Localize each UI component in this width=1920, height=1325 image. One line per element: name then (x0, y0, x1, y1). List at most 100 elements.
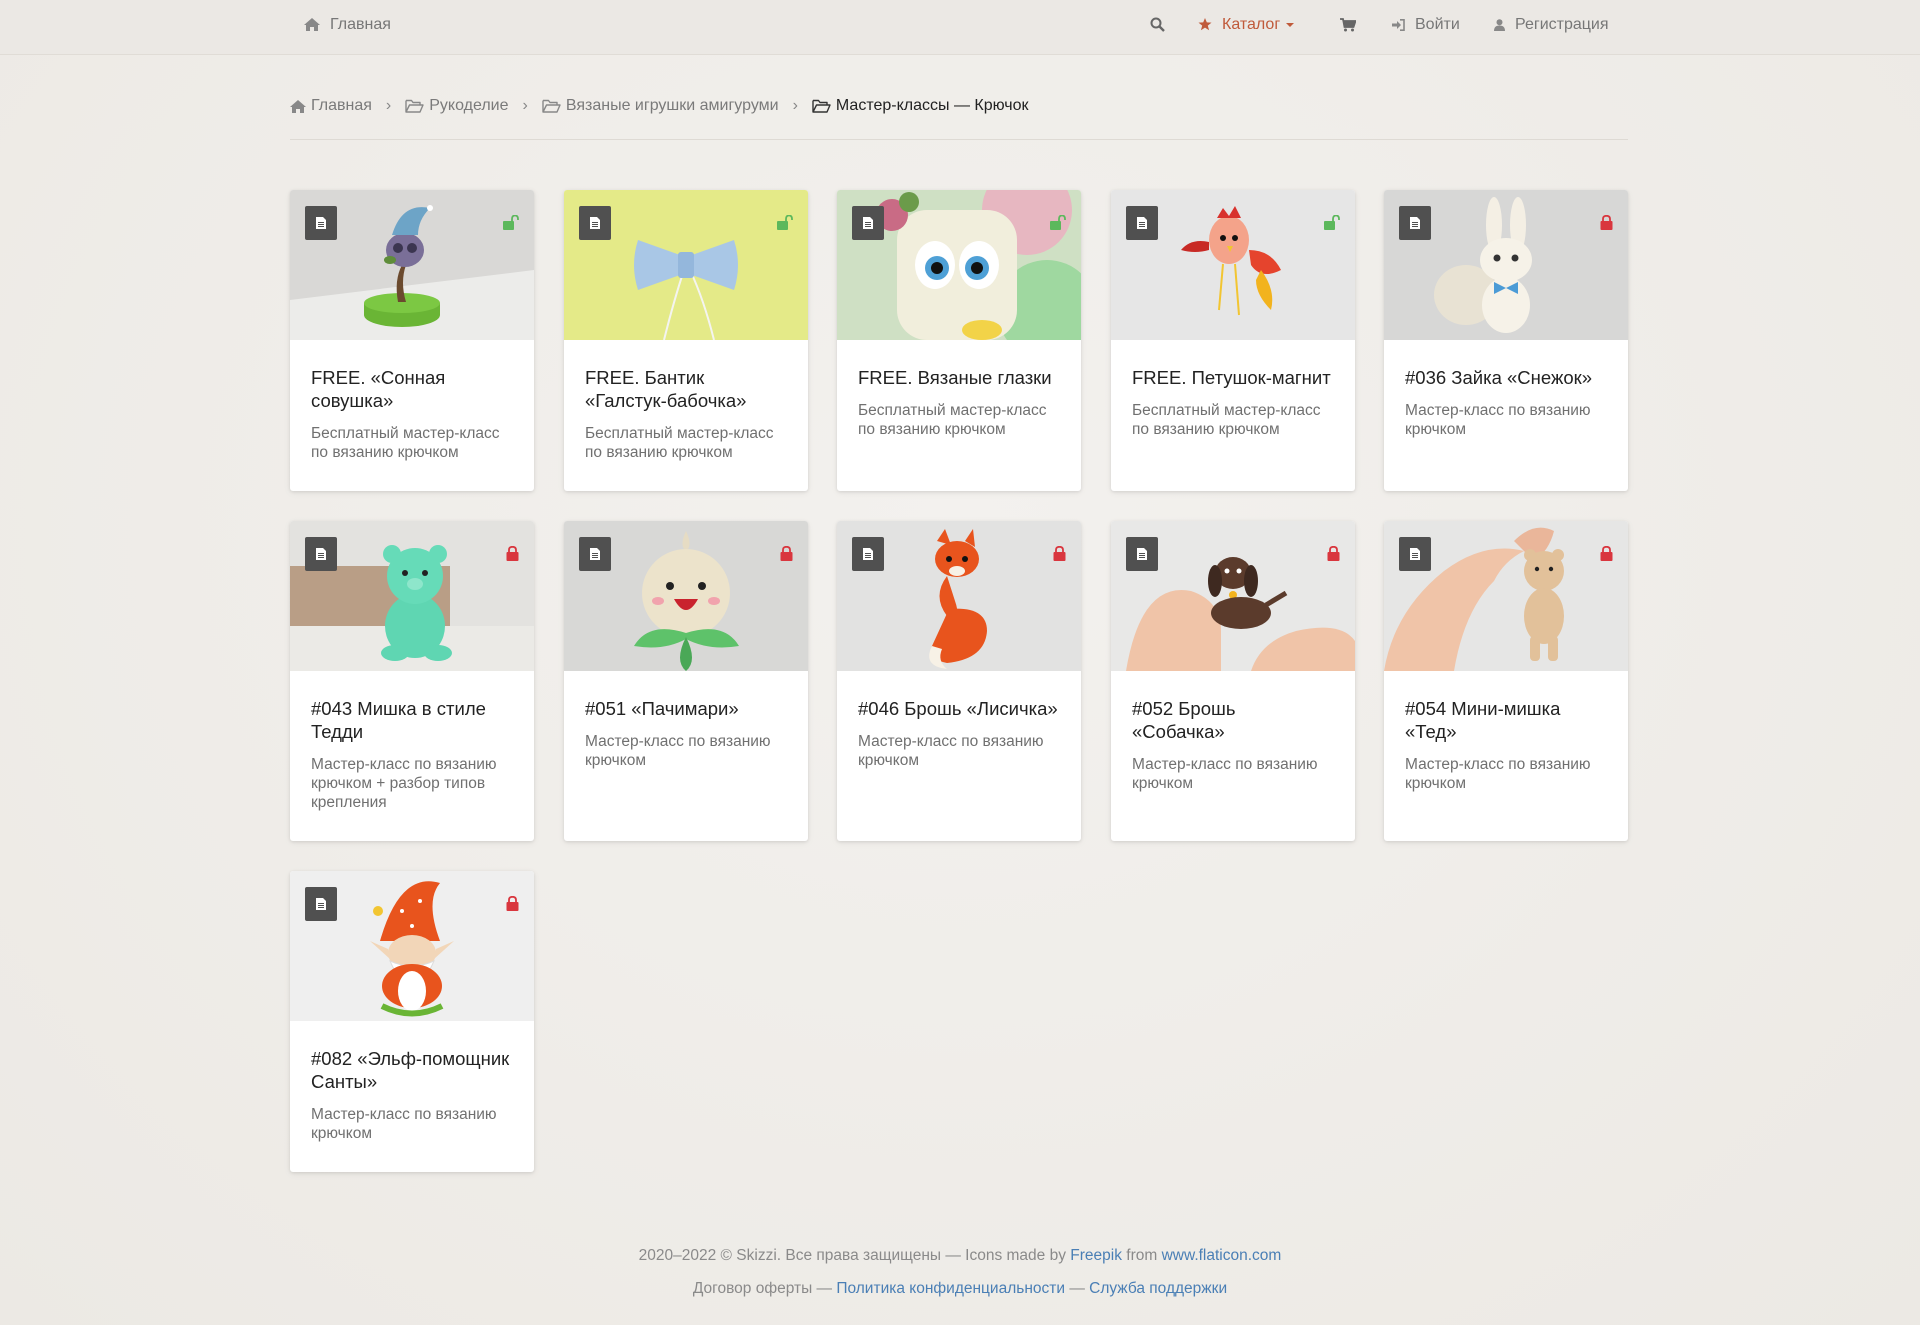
card-title: #054 Мини-мишка «Тед» (1405, 698, 1561, 742)
breadcrumb-label: Вязаные игрушки амигуруми (565, 97, 779, 114)
course-card[interactable]: #046 Брошь «Лисичка» Мастер-класс по вяз… (837, 521, 1081, 841)
document-icon (305, 206, 337, 240)
card-description: Мастер-класс по вязанию крючком (585, 733, 771, 769)
course-card[interactable]: FREE. Бантик «Галстук-бабочка» Бесплатны… (564, 190, 808, 491)
document-icon (852, 206, 884, 240)
lock-icon (506, 546, 519, 561)
folder-open-icon (405, 99, 424, 113)
chevron-down-icon (1286, 22, 1295, 27)
document-icon (852, 537, 884, 571)
card-title: #046 Брошь «Лисичка» (858, 698, 1058, 719)
privacy-policy-link[interactable]: Политика конфиденциальности (836, 1280, 1065, 1297)
freepik-link[interactable]: Freepik (1070, 1247, 1122, 1264)
support-link[interactable]: Служба поддержки (1089, 1280, 1227, 1297)
card-title: #052 Брошь «Собачка» (1132, 698, 1236, 742)
document-icon (579, 206, 611, 240)
nav-cart-button[interactable] (1340, 0, 1366, 49)
document-icon (1126, 206, 1158, 240)
course-card[interactable]: #052 Брошь «Собачка» Мастер-класс по вяз… (1111, 521, 1355, 841)
user-icon (1494, 18, 1505, 31)
card-image (564, 521, 808, 671)
search-icon (1150, 17, 1165, 32)
breadcrumb-item-amigurumi[interactable]: Вязаные игрушки амигуруми (542, 92, 779, 120)
card-image (1384, 190, 1628, 340)
breadcrumb-separator: › (792, 97, 798, 114)
card-image (290, 521, 534, 671)
course-card[interactable]: #043 Мишка в стиле Тедди Мастер-класс по… (290, 521, 534, 841)
breadcrumb-label: Главная (311, 97, 372, 114)
document-icon (305, 537, 337, 571)
breadcrumb-item-handicraft[interactable]: Рукоделие (405, 92, 509, 120)
document-icon (305, 887, 337, 921)
card-title: #043 Мишка в стиле Тедди (311, 698, 486, 742)
breadcrumb-separator: › (522, 97, 528, 114)
card-description: Мастер-класс по вязанию крючком + разбор… (311, 756, 497, 811)
sign-in-icon (1392, 18, 1405, 31)
card-image (1384, 521, 1628, 671)
nav-home-link[interactable]: Главная (304, 0, 391, 49)
folder-open-icon (812, 99, 831, 113)
card-image (1111, 521, 1355, 671)
nav-login-link[interactable]: Войти (1392, 0, 1460, 49)
breadcrumb-item-home[interactable]: Главная (290, 92, 372, 120)
unlock-icon (503, 215, 519, 230)
card-description: Мастер-класс по вязанию крючком (1132, 756, 1318, 792)
document-icon (1399, 206, 1431, 240)
nav-login-label: Войти (1415, 15, 1460, 33)
course-card[interactable]: FREE. Петушок-магнит Бесплатный мастер-к… (1111, 190, 1355, 491)
nav-register-label: Регистрация (1515, 15, 1609, 33)
document-icon (1126, 537, 1158, 571)
card-image (837, 190, 1081, 340)
card-description: Мастер-класс по вязанию крючком (1405, 756, 1591, 792)
star-icon (1198, 18, 1212, 31)
flaticon-link[interactable]: www.flaticon.com (1162, 1247, 1282, 1264)
card-title: FREE. «Сонная совушка» (311, 367, 446, 411)
card-description: Бесплатный мастер-класс по вязанию крючк… (311, 425, 500, 461)
card-description: Бесплатный мастер-класс по вязанию крючк… (1132, 402, 1321, 438)
breadcrumb-item-current: Мастер-классы — Крючок (812, 92, 1029, 120)
card-title: #036 Зайка «Снежок» (1405, 367, 1593, 388)
card-description: Мастер-класс по вязанию крючком (311, 1106, 497, 1142)
breadcrumb-label: Рукоделие (429, 97, 509, 114)
course-card[interactable]: FREE. Вязаные глазки Бесплатный мастер-к… (837, 190, 1081, 491)
course-card[interactable]: #036 Зайка «Снежок» Мастер-класс по вяза… (1384, 190, 1628, 491)
home-icon (304, 18, 320, 31)
footer-dash: — (1069, 1280, 1085, 1297)
card-image (837, 521, 1081, 671)
nav-register-link[interactable]: Регистрация (1494, 0, 1609, 49)
course-card[interactable]: #054 Мини-мишка «Тед» Мастер-класс по вя… (1384, 521, 1628, 841)
breadcrumb: Главная › Рукоделие › Вязаные игрушки ам… (290, 92, 1628, 140)
unlock-icon (777, 215, 793, 230)
card-title: #051 «Пачимари» (585, 698, 739, 719)
card-description: Бесплатный мастер-класс по вязанию крючк… (585, 425, 774, 461)
card-description: Мастер-класс по вязанию крючком (858, 733, 1044, 769)
unlock-icon (1050, 215, 1066, 230)
card-image (290, 190, 534, 340)
course-card[interactable]: #082 «Эльф-помощник Санты» Мастер-класс … (290, 871, 534, 1172)
card-image (1111, 190, 1355, 340)
footer-from: from (1126, 1247, 1158, 1264)
folder-open-icon (542, 99, 561, 113)
card-title: FREE. Бантик «Галстук-бабочка» (585, 367, 747, 411)
document-icon (1399, 537, 1431, 571)
lock-icon (1600, 215, 1613, 230)
offer-text: Договор оферты — (692, 1280, 833, 1297)
nav-catalog-label: Каталог (1222, 15, 1281, 33)
course-card[interactable]: #051 «Пачимари» Мастер-класс по вязанию … (564, 521, 808, 841)
nav-home-label: Главная (330, 15, 391, 33)
nav-search-button[interactable] (1150, 0, 1175, 49)
lock-icon (1053, 546, 1066, 561)
lock-icon (780, 546, 793, 561)
document-icon (579, 537, 611, 571)
unlock-icon (1324, 215, 1340, 230)
nav-catalog-dropdown[interactable]: Каталог (1198, 0, 1295, 49)
course-card[interactable]: FREE. «Сонная совушка» Бесплатный мастер… (290, 190, 534, 491)
breadcrumb-separator: › (385, 97, 392, 114)
lock-icon (1600, 546, 1613, 561)
card-title: #082 «Эльф-помощник Санты» (311, 1048, 510, 1092)
footer-copyright: 2020–2022 © Skizzi. Все права защищены —… (638, 1247, 1066, 1264)
top-navbar: Главная Каталог Войти Регистрация (0, 0, 1920, 55)
card-description: Бесплатный мастер-класс по вязанию крючк… (858, 402, 1047, 438)
breadcrumb-label: Мастер-классы — Крючок (835, 97, 1029, 114)
card-title: FREE. Петушок-магнит (1132, 367, 1331, 388)
